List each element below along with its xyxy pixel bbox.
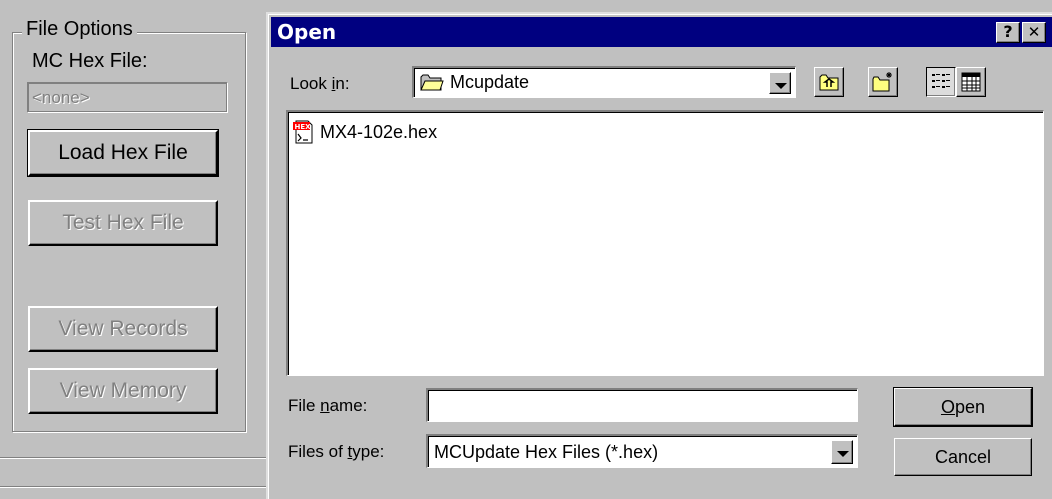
help-button[interactable]: ?: [996, 22, 1020, 43]
list-view-button[interactable]: [926, 67, 956, 97]
files-of-type-label: Files of type:: [288, 442, 385, 461]
view-records-button[interactable]: View Records: [28, 306, 218, 352]
files-of-type-value: MCUpdate Hex Files (*.hex): [434, 442, 659, 462]
load-hex-file-button[interactable]: Load Hex File: [27, 129, 219, 177]
details-view-icon: [961, 72, 981, 92]
file-options-title: File Options: [22, 18, 137, 41]
folder-icon: [420, 72, 444, 97]
view-memory-button[interactable]: View Memory: [28, 368, 218, 414]
close-button[interactable]: ✕: [1022, 22, 1046, 43]
cancel-button[interactable]: Cancel: [894, 438, 1032, 476]
look-in-value: Mcupdate: [450, 72, 530, 92]
mc-hex-file-value: <none>: [27, 82, 227, 112]
create-new-folder-button[interactable]: [868, 67, 898, 97]
create-new-folder-icon: [872, 72, 892, 92]
file-name-input[interactable]: [426, 388, 858, 422]
test-hex-file-button[interactable]: Test Hex File: [28, 200, 218, 246]
look-in-dropdown-button[interactable]: [769, 72, 791, 94]
file-name: MX4-102e.hex: [320, 122, 438, 142]
files-of-type-dropdown-button[interactable]: [831, 440, 853, 464]
mc-hex-file-label: MC Hex File:: [32, 50, 148, 72]
hex-file-icon: HEX: [293, 120, 313, 144]
dialog-titlebar[interactable]: Open ? ✕: [271, 17, 1052, 47]
panel-separator: [0, 457, 268, 459]
open-button[interactable]: Open: [893, 387, 1033, 427]
list-view-icon: [932, 74, 950, 88]
up-one-level-button[interactable]: [814, 67, 844, 97]
open-dialog: Open ? ✕ Look in: Mcupdate HEX MX4-102e.…: [266, 12, 1052, 499]
file-list[interactable]: HEX MX4-102e.hex: [286, 110, 1044, 376]
panel-separator: [0, 486, 268, 488]
dialog-title: Open: [277, 20, 337, 44]
up-one-level-icon: [819, 74, 839, 91]
look-in-combobox[interactable]: Mcupdate: [412, 66, 796, 98]
details-view-button[interactable]: [956, 67, 986, 97]
file-name-label: File name:: [288, 396, 368, 415]
look-in-label: Look in:: [290, 74, 350, 93]
files-of-type-combobox[interactable]: MCUpdate Hex Files (*.hex): [426, 434, 858, 468]
svg-text:HEX: HEX: [295, 123, 312, 131]
